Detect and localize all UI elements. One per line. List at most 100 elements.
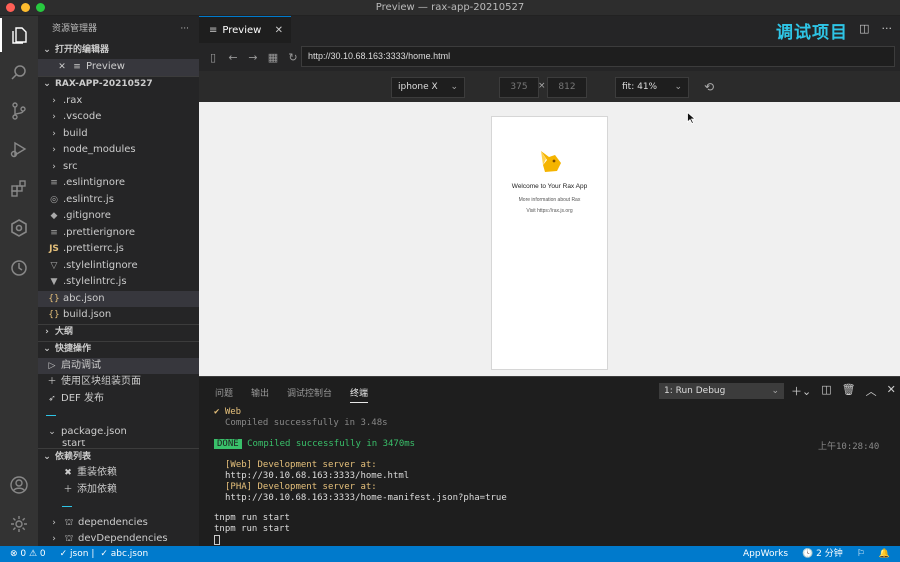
open-editor-preview[interactable]: ✕ ≡ Preview	[38, 59, 199, 76]
split-editor-icon[interactable]: ◫	[859, 22, 869, 35]
quick-actions-label: 快捷操作	[55, 344, 92, 354]
close-icon[interactable]: ✕	[56, 59, 68, 76]
trash-icon[interactable]: 🗑	[842, 383, 856, 399]
tree-label: .rax	[63, 94, 83, 106]
package-icon: ⛫	[64, 517, 74, 528]
preview-tab-icon: ≡	[209, 24, 218, 36]
device-toggle-icon[interactable]: ▯	[203, 51, 223, 64]
split-terminal-icon[interactable]: ◫	[821, 383, 831, 399]
quick-item-blocks[interactable]: ＋ 使用区块组装页面	[38, 374, 199, 391]
welcome-heading: Welcome to Your Rax App	[511, 183, 588, 190]
preview-canvas: Welcome to Your Rax App More information…	[199, 102, 900, 376]
tree-item-file[interactable]: ▼ .stylelintrc.js	[38, 274, 199, 291]
package-json-item[interactable]: ⌄ package.json	[38, 424, 199, 441]
height-input[interactable]: 812	[547, 77, 587, 98]
tree-item-file[interactable]: JS .prettierrc.js	[38, 241, 199, 258]
outline-section[interactable]: › 大纲	[38, 323, 199, 341]
feedback-icon[interactable]: ⚐	[857, 546, 865, 562]
close-panel-icon[interactable]: ✕	[887, 383, 896, 399]
tree-item-folder[interactable]: › build	[38, 126, 199, 143]
device-frame[interactable]: Welcome to Your Rax App More information…	[491, 116, 608, 370]
timeline-icon[interactable]	[0, 251, 38, 285]
width-input[interactable]: 375	[499, 77, 539, 98]
tree-item-file[interactable]: {} build.json	[38, 307, 199, 324]
json-status[interactable]: ✓ json |	[60, 546, 95, 562]
reinstall-deps-button[interactable]: ✖ 重装依赖	[38, 465, 199, 482]
url-input[interactable]: http://30.10.68.163:3333/home.html	[301, 46, 895, 67]
tab-problems[interactable]: 问题	[215, 386, 233, 403]
terminal-line: DONE Compiled successfully in 3470ms	[214, 439, 415, 449]
deps-item[interactable]: › ⛫ dependencies	[38, 515, 199, 532]
chevron-down-icon: ⌄	[43, 451, 51, 462]
tree-item-folder[interactable]: › node_modules	[38, 142, 199, 159]
appworks-status[interactable]: AppWorks	[743, 546, 788, 562]
tree-item-folder[interactable]: › .rax	[38, 93, 199, 110]
tree-item-file[interactable]: ≡ .prettierignore	[38, 225, 199, 242]
close-tab-icon[interactable]: ✕	[275, 25, 283, 36]
quick-actions-section[interactable]: ⌄ 快捷操作	[38, 340, 199, 358]
search-icon[interactable]	[0, 56, 38, 90]
tree-label: .prettierignore	[63, 226, 136, 238]
tree-label: build	[63, 127, 88, 139]
explorer-title: 资源管理器 ···	[38, 16, 199, 42]
extensions-icon[interactable]	[0, 171, 38, 205]
rotate-device-icon[interactable]: ⟲	[704, 80, 714, 94]
new-terminal-icon[interactable]: ＋⌄	[791, 383, 811, 399]
more-actions-icon[interactable]: ···	[882, 22, 893, 35]
rax-logo-icon	[541, 151, 561, 172]
terminal-select[interactable]: 1: Run Debug ⌄	[659, 383, 784, 399]
terminal-link[interactable]: http://30.10.68.163:3333/home-manifest.j…	[225, 493, 507, 503]
forward-icon[interactable]: →	[243, 51, 263, 64]
tab-debug-console[interactable]: 调试控制台	[287, 386, 332, 403]
tree-item-folder[interactable]: › src	[38, 159, 199, 176]
add-deps-button[interactable]: ＋ 添加依赖	[38, 482, 199, 499]
tab-label: Preview	[222, 24, 262, 36]
deps-action-label: 添加依赖	[77, 483, 117, 495]
tab-output[interactable]: 输出	[251, 386, 269, 403]
done-badge: DONE	[214, 439, 242, 449]
package-icon: ⛫	[64, 534, 74, 544]
terminal-cursor[interactable]	[214, 535, 220, 545]
settings-gear-icon[interactable]	[0, 507, 38, 541]
chevron-right-icon: ›	[52, 161, 56, 172]
problems-status[interactable]: ⊗ 0 ⚠ 0	[10, 546, 46, 562]
tree-label: .vscode	[63, 111, 102, 122]
account-icon[interactable]	[0, 468, 38, 502]
tree-item-file-selected[interactable]: {} abc.json	[38, 290, 199, 307]
tree-item-file[interactable]: ◆ .gitignore	[38, 208, 199, 225]
terminal-link[interactable]: http://30.10.68.163:3333/home.html	[225, 471, 409, 481]
reload-icon[interactable]: ↻	[283, 51, 303, 64]
appworks-icon[interactable]	[0, 211, 38, 245]
lines-file-icon: ≡	[50, 227, 58, 238]
run-debug-icon[interactable]	[0, 132, 38, 166]
zoom-select[interactable]: fit: 41% ⌄	[615, 77, 689, 98]
tree-label: build.json	[63, 309, 112, 320]
dev-deps-item[interactable]: › ⛫ devDependencies	[38, 531, 199, 546]
tab-terminal[interactable]: 终端	[350, 386, 369, 403]
package-child-item[interactable]: start	[38, 440, 199, 448]
maximize-panel-icon[interactable]: ︿	[866, 383, 877, 399]
tab-preview[interactable]: ≡ Preview ✕	[199, 16, 291, 43]
time-status[interactable]: 🕓 2 分钟	[802, 546, 843, 562]
terminal-line: tnpm run start	[214, 524, 290, 534]
open-editors-section[interactable]: ⌄ 打开的编辑器	[38, 42, 199, 59]
quick-item-start-debug[interactable]: ▷ 启动调试	[38, 357, 199, 374]
visit-link[interactable]: Visit https://rax.js.org	[492, 208, 607, 214]
project-section[interactable]: ⌄ RAX-APP-20210527	[38, 75, 199, 93]
back-icon[interactable]: ←	[223, 51, 243, 64]
source-control-icon[interactable]	[0, 94, 38, 128]
tree-item-file[interactable]: ◎ .eslintrc.js	[38, 192, 199, 209]
tree-item-file[interactable]: ≡ .eslintignore	[38, 175, 199, 192]
dependencies-section[interactable]: ⌄ 依赖列表	[38, 448, 199, 465]
chevron-down-icon: ⌄	[48, 426, 56, 437]
tree-item-file[interactable]: ▽ .stylelintignore	[38, 258, 199, 275]
device-select[interactable]: iphone X ⌄	[391, 77, 465, 98]
bell-icon[interactable]: 🔔	[879, 546, 890, 562]
qrcode-icon[interactable]: ▦	[263, 51, 283, 64]
more-actions-icon[interactable]: ···	[180, 16, 189, 42]
file-status[interactable]: ✓ abc.json	[100, 546, 148, 562]
quick-item-def-publish[interactable]: ➶ DEF 发布	[38, 391, 199, 408]
tree-item-folder[interactable]: › .vscode	[38, 109, 199, 126]
explorer-icon[interactable]	[0, 18, 38, 52]
terminal-line: [PHA] Development server at:	[225, 482, 377, 492]
